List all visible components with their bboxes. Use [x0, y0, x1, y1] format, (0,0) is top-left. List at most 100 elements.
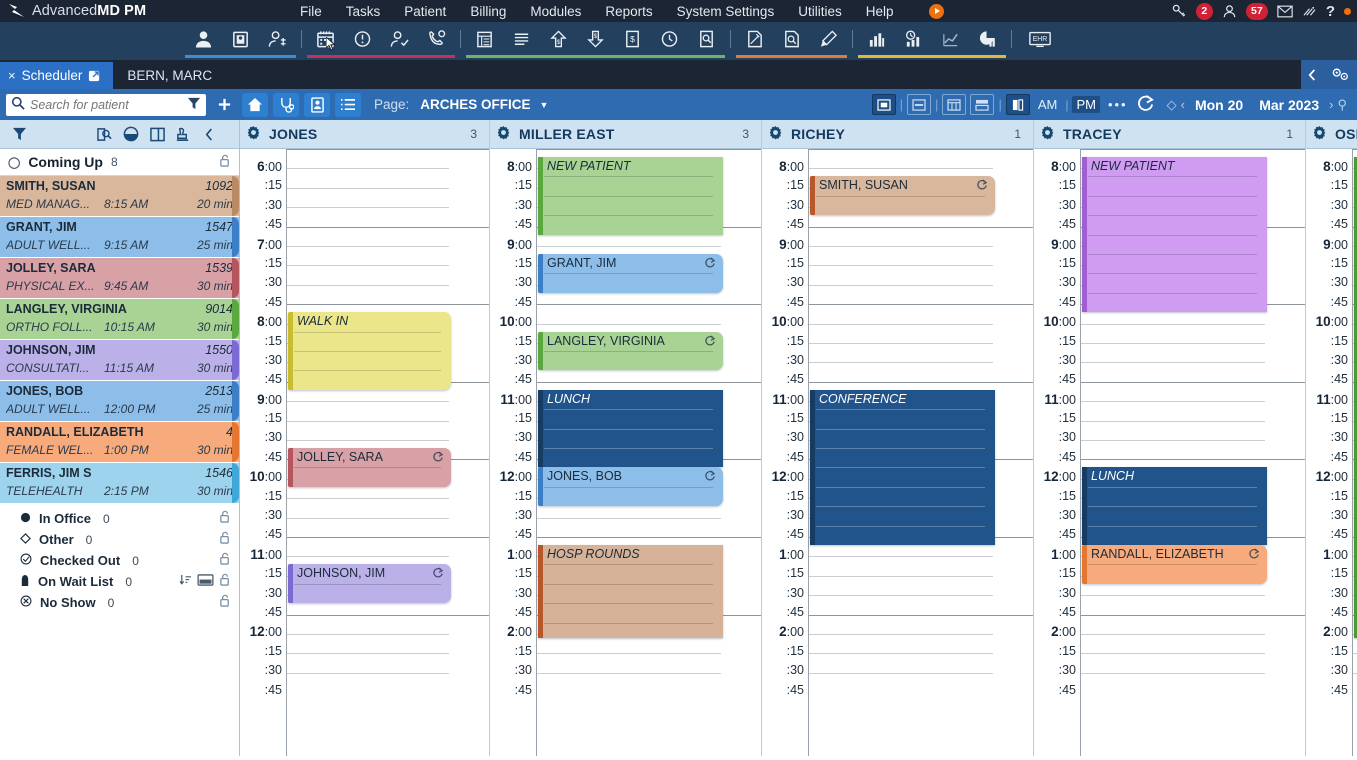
time-grid[interactable]: NEW PATIENTGRANT, JIMLANGLEY, VIRGINIALU… [536, 149, 761, 756]
phone-call-icon[interactable] [418, 24, 455, 54]
gear-icon[interactable] [246, 125, 261, 143]
ehr-icon[interactable]: EHR [1017, 24, 1063, 54]
stacked-view-icon[interactable] [970, 94, 994, 115]
search-field[interactable] [6, 94, 206, 116]
collapse-icon[interactable] [196, 123, 222, 145]
menu-modules[interactable]: Modules [530, 4, 581, 19]
menu-file[interactable]: File [300, 4, 322, 19]
key-icon[interactable] [1172, 4, 1187, 19]
help-icon[interactable]: ? [1326, 3, 1335, 20]
bar-chart-icon[interactable] [858, 24, 895, 54]
coming-up-item[interactable]: JOLLEY, SARA1539PHYSICAL EX...9:45 AM30 … [0, 258, 239, 299]
unlock-icon[interactable] [219, 510, 231, 527]
coming-up-item[interactable]: GRANT, JIM1547ADULT WELL...9:15 AM25 min [0, 217, 239, 258]
time-grid[interactable]: SMITH, SUSAN CONFERENCE [808, 149, 1033, 756]
appointment-block[interactable]: JOHNSON, JIM [288, 564, 451, 603]
patient-file-icon[interactable] [222, 24, 259, 54]
trend-chart-icon[interactable] [932, 24, 969, 54]
popout-icon[interactable] [88, 69, 101, 82]
gear-icon[interactable] [496, 125, 511, 143]
page-value[interactable]: ARCHES OFFICE [420, 97, 530, 112]
week-view-icon[interactable] [942, 94, 966, 115]
menu-billing[interactable]: Billing [470, 4, 506, 19]
time-grid[interactable]: WALK INJOLLEY, SARAJOHNSON, JIM [286, 149, 489, 756]
note-edit-icon[interactable] [736, 24, 773, 54]
coming-up-item[interactable]: SMITH, SUSAN1092MED MANAG...8:15 AM20 mi… [0, 176, 239, 217]
schedule-block[interactable]: LUNCH [1082, 467, 1267, 545]
unlock-icon[interactable] [219, 573, 231, 590]
doc-search-icon[interactable] [688, 24, 725, 54]
close-icon[interactable]: × [8, 68, 16, 83]
unlock-icon[interactable] [219, 552, 231, 569]
recurring-icon[interactable] [1248, 548, 1260, 563]
pm-toggle[interactable]: PM [1072, 96, 1100, 113]
menu-tasks[interactable]: Tasks [346, 4, 381, 19]
pin-icon[interactable]: ⚲ [1337, 97, 1347, 113]
status-row[interactable]: Other0 [0, 529, 239, 550]
coming-up-header[interactable]: ◯ Coming Up 8 [0, 149, 239, 176]
patient-check-icon[interactable] [381, 24, 418, 54]
provider-header[interactable]: RICHEY1 [762, 120, 1033, 149]
appointment-block[interactable]: JONES, BOB [538, 467, 723, 506]
user-icon[interactable] [1222, 4, 1237, 19]
unlock-icon[interactable] [219, 154, 231, 171]
day-label[interactable]: Mon 20 [1195, 97, 1243, 113]
claim-down-icon[interactable]: $ [577, 24, 614, 54]
sort-icon[interactable] [179, 574, 192, 589]
message-badge[interactable]: 57 [1246, 3, 1268, 20]
menu-reports[interactable]: Reports [605, 4, 652, 19]
provider-header[interactable]: OSHEA [1306, 120, 1357, 149]
coming-up-item[interactable]: LANGLEY, VIRGINIA9014ORTHO FOLL...10:15 … [0, 299, 239, 340]
appointment-block[interactable]: SMITH, SUSAN [810, 176, 995, 215]
filter-icon[interactable] [6, 123, 32, 145]
settings-gears-icon[interactable] [1323, 60, 1357, 89]
patient-billing-icon[interactable] [259, 24, 296, 54]
filter-icon[interactable] [187, 97, 201, 113]
schedule-block[interactable]: LUNCH [538, 390, 723, 468]
stethoscope-icon[interactable] [273, 93, 299, 117]
status-row[interactable]: On Wait List0 [0, 571, 239, 592]
recurring-icon[interactable] [432, 567, 444, 582]
schedule-block[interactable]: HOSP ROUNDS [538, 545, 723, 638]
clock-icon[interactable] [651, 24, 688, 54]
coming-up-item[interactable]: FERRIS, JIM S1546TELEHEALTH2:15 PM30 min [0, 463, 239, 504]
recurring-icon[interactable] [704, 335, 716, 350]
stamp-icon[interactable] [170, 123, 196, 145]
schedule-block[interactable]: WALK IN [288, 312, 451, 390]
month-label[interactable]: Mar 2023 [1259, 97, 1319, 113]
appointment-block[interactable]: GRANT, JIM [538, 254, 723, 293]
schedule-block[interactable]: CONFERENCE [810, 390, 995, 545]
gear-icon[interactable] [1312, 125, 1327, 143]
id-card-icon[interactable] [304, 93, 330, 117]
note-search-icon[interactable] [773, 24, 810, 54]
am-toggle[interactable]: AM [1034, 96, 1062, 113]
unlock-icon[interactable] [219, 531, 231, 548]
next-day-icon[interactable]: › [1329, 97, 1333, 112]
tab-patient-label[interactable]: BERN, MARC [113, 62, 226, 89]
patient-icon[interactable] [185, 24, 222, 54]
recurring-icon[interactable] [704, 257, 716, 272]
clock-chart-icon[interactable] [895, 24, 932, 54]
collapse-left-icon[interactable] [1301, 60, 1323, 89]
schedule-block[interactable]: NEW PATIENT [538, 157, 723, 235]
day-view-icon[interactable] [872, 94, 896, 115]
cleanup-icon[interactable] [810, 24, 847, 54]
calendar-icon[interactable] [307, 24, 344, 54]
status-row[interactable]: No Show0 [0, 592, 239, 613]
coming-up-item[interactable]: RANDALL, ELIZABETH4FEMALE WEL...1:00 PM3… [0, 422, 239, 463]
coming-up-item[interactable]: JOHNSON, JIM1550CONSULTATI...11:15 AM30 … [0, 340, 239, 381]
menu-system-settings[interactable]: System Settings [677, 4, 775, 19]
search-input[interactable] [30, 98, 165, 112]
clock-alert-icon[interactable] [344, 24, 381, 54]
diamond-icon[interactable]: ◇ [1167, 97, 1177, 113]
list-view-icon[interactable] [335, 93, 361, 117]
unlock-icon[interactable] [219, 594, 231, 611]
gear-icon[interactable] [768, 125, 783, 143]
sparkle-icon[interactable] [1302, 5, 1317, 18]
list-icon[interactable] [503, 24, 540, 54]
chevron-down-icon[interactable]: ▼ [540, 100, 549, 110]
time-grid[interactable]: ONLINE SCHED [1352, 149, 1357, 756]
ledger-icon[interactable] [466, 24, 503, 54]
schedule-block[interactable]: NEW PATIENT [1082, 157, 1267, 312]
time-grid[interactable]: NEW PATIENTLUNCHRANDALL, ELIZABETH [1080, 149, 1305, 756]
